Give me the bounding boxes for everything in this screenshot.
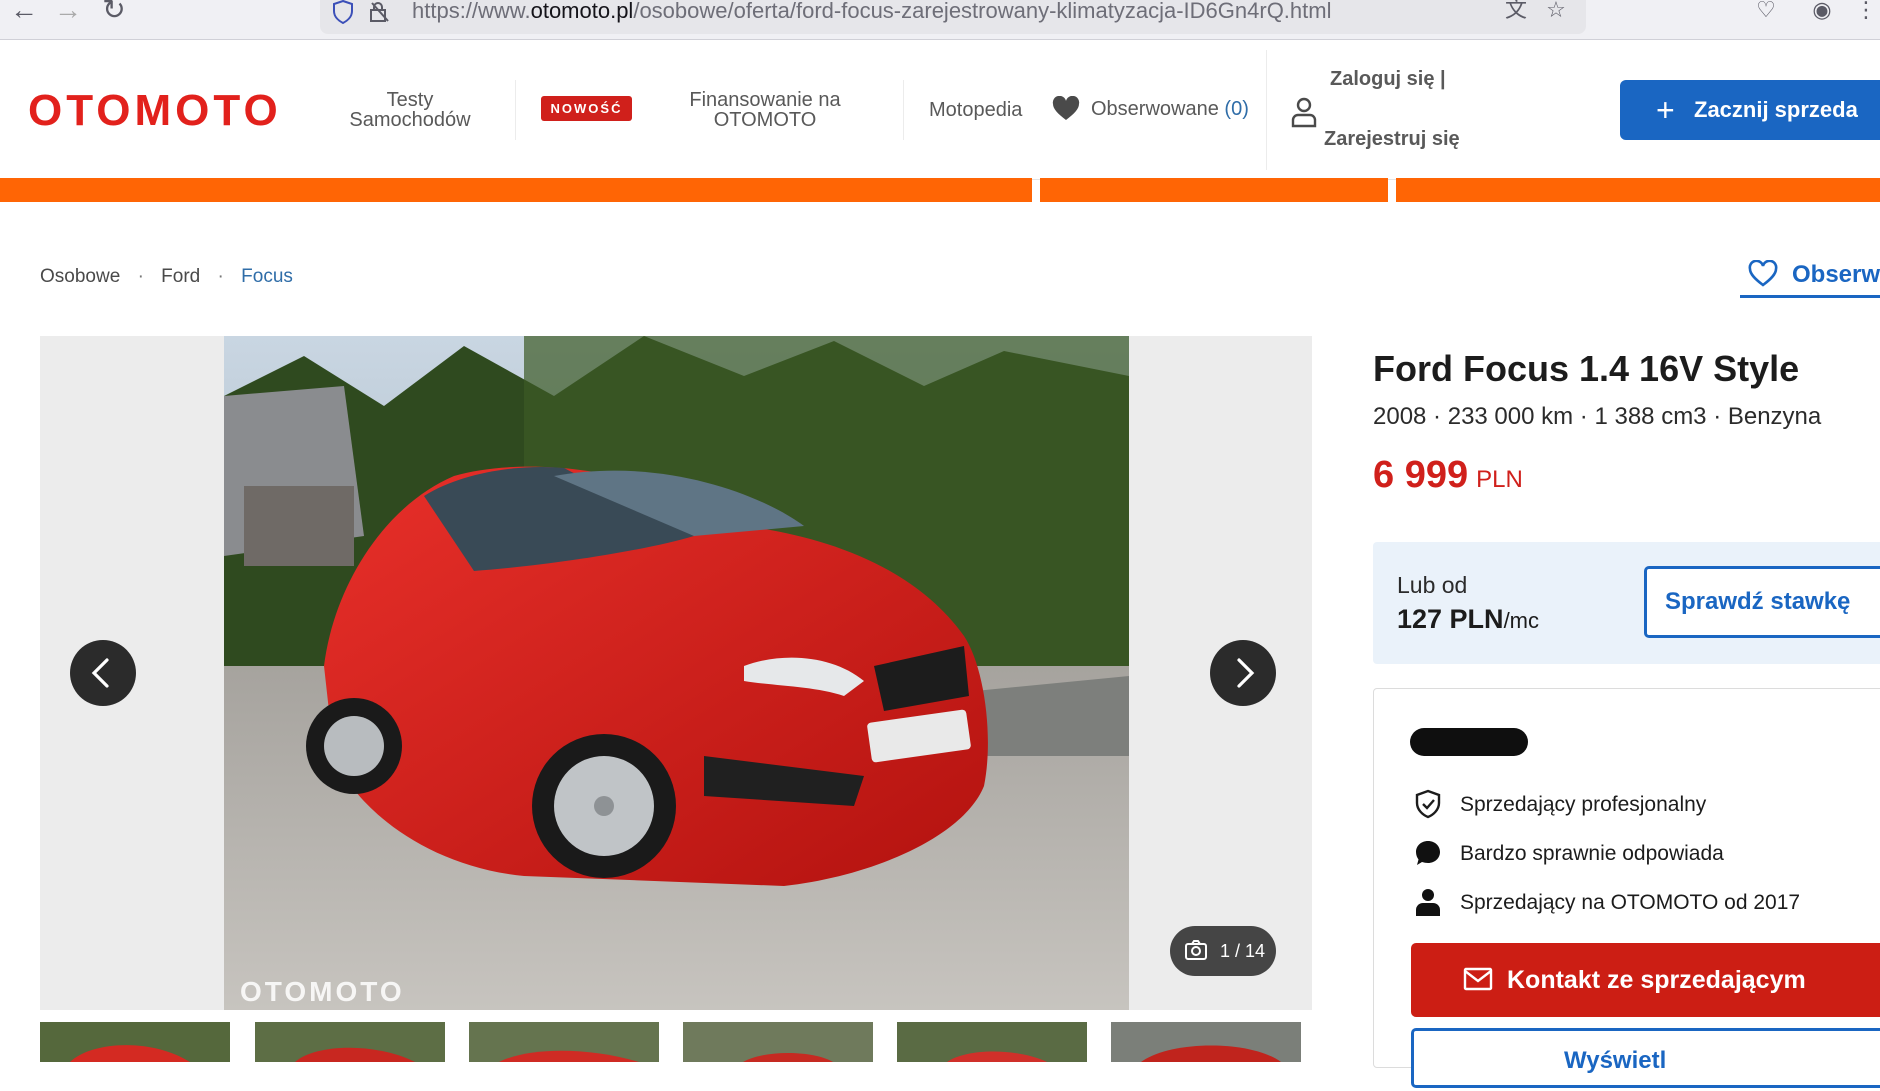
- envelope-icon: [1463, 967, 1493, 991]
- financing-rate: 127 PLN/mc: [1397, 604, 1540, 634]
- listing-price: 6 999 PLN: [1373, 454, 1523, 497]
- main-car-photo[interactable]: OTOMOTO: [224, 336, 1129, 1010]
- chat-bubble-icon: [1416, 841, 1440, 865]
- check-rate-button[interactable]: Sprawdź stawkę: [1644, 566, 1880, 638]
- person-icon: [1416, 889, 1440, 916]
- price-currency: PLN: [1476, 466, 1523, 493]
- translate-icon[interactable]: 文: [1502, 0, 1530, 24]
- photo-counter[interactable]: 1 / 14: [1170, 926, 1276, 976]
- thumbnail[interactable]: [255, 1022, 445, 1062]
- chevron-right-icon: [1237, 658, 1255, 688]
- observed-link[interactable]: Obserwowane (0): [1091, 98, 1249, 121]
- photo-gallery: OTOMOTO 1 / 14: [40, 336, 1312, 1010]
- breadcrumb-focus[interactable]: Focus: [241, 266, 293, 287]
- heart-icon[interactable]: [1052, 96, 1080, 122]
- user-icon: [1291, 97, 1317, 128]
- breadcrumb-separator: ·: [217, 266, 224, 287]
- photo-watermark: OTOMOTO: [240, 976, 405, 1007]
- nav-divider: [1266, 50, 1267, 170]
- observed-count: (0): [1224, 98, 1249, 120]
- browser-toolbar: ← → ↻ https://www.otomoto.pl/osobowe/ofe…: [0, 0, 1880, 40]
- promo-banner-left[interactable]: [0, 178, 1032, 202]
- breadcrumb-separator: ·: [137, 266, 144, 287]
- url-text: https://www.otomoto.pl/osobowe/oferta/fo…: [412, 0, 1332, 23]
- new-badge: NOWOŚĆ: [541, 96, 632, 121]
- login-link[interactable]: Zaloguj się |: [1330, 68, 1446, 91]
- pocket-icon[interactable]: ♡: [1752, 0, 1780, 24]
- promo-banner-middle[interactable]: [1040, 178, 1388, 202]
- price-amount: 6 999: [1373, 454, 1469, 496]
- listing-specs: 2008 · 233 000 km · 1 388 cm3 · Benzyna: [1373, 403, 1822, 430]
- car-photo-image: [224, 336, 1129, 1010]
- chevron-left-icon: [91, 658, 109, 688]
- nav-divider: [903, 80, 904, 140]
- start-selling-button[interactable]: + Zacznij sprzeda: [1620, 80, 1880, 140]
- register-link[interactable]: Zarejestruj się: [1324, 128, 1460, 151]
- lock-icon[interactable]: [368, 1, 390, 23]
- shield-check-icon: [1415, 789, 1441, 819]
- plus-icon: +: [1656, 92, 1675, 128]
- camera-icon: [1185, 940, 1207, 960]
- breadcrumb-ford[interactable]: Ford: [161, 266, 200, 287]
- listing-title: Ford Focus 1.4 16V Style: [1373, 348, 1800, 389]
- account-icon[interactable]: ◉: [1808, 0, 1836, 24]
- reload-icon[interactable]: ↻: [98, 0, 130, 24]
- observe-button[interactable]: Obserw: [1740, 252, 1880, 298]
- back-icon[interactable]: ←: [8, 0, 40, 24]
- thumbnail[interactable]: [897, 1022, 1087, 1062]
- thumbnail[interactable]: [1111, 1022, 1301, 1062]
- nav-tests[interactable]: Testy Samochodów: [348, 90, 472, 130]
- promo-banner-right[interactable]: [1396, 178, 1880, 202]
- address-bar[interactable]: https://www.otomoto.pl/osobowe/oferta/fo…: [320, 0, 1586, 34]
- previous-photo-button[interactable]: [70, 640, 136, 706]
- thumbnail[interactable]: [469, 1022, 659, 1062]
- breadcrumb: Osobowe · Ford · Focus: [40, 266, 305, 288]
- nav-financing[interactable]: Finansowanie na OTOMOTO: [680, 90, 850, 130]
- financing-label: Lub od: [1397, 572, 1468, 598]
- otomoto-logo[interactable]: OTOMOTO: [28, 86, 282, 136]
- redacted-seller-name: [1410, 728, 1528, 756]
- shield-icon[interactable]: [332, 0, 354, 24]
- breadcrumb-osobowe[interactable]: Osobowe: [40, 266, 120, 287]
- bookmark-star-icon[interactable]: ☆: [1542, 0, 1570, 24]
- contact-seller-button[interactable]: Kontakt ze sprzedającym: [1411, 943, 1880, 1017]
- nav-motopedia[interactable]: Motopedia: [929, 100, 1022, 120]
- extensions-icon[interactable]: ⋮: [1852, 0, 1880, 24]
- thumbnail[interactable]: [40, 1022, 230, 1062]
- heart-outline-icon: [1748, 260, 1778, 287]
- forward-icon[interactable]: →: [52, 0, 84, 24]
- site-header: OTOMOTO Testy Samochodów NOWOŚĆ Finansow…: [0, 40, 1880, 180]
- nav-divider: [515, 80, 516, 140]
- thumbnail[interactable]: [683, 1022, 873, 1062]
- next-photo-button[interactable]: [1210, 640, 1276, 706]
- show-phone-button[interactable]: Wyświetl: [1411, 1028, 1880, 1088]
